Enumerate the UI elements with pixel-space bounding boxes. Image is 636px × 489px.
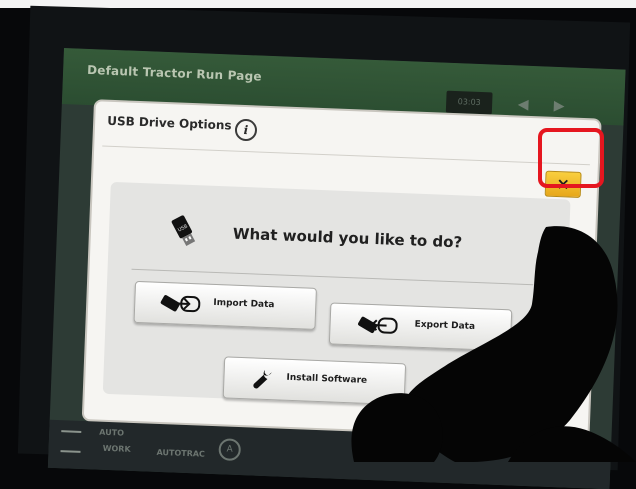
wrench-icon (253, 369, 272, 389)
import-data-button[interactable]: Import Data (133, 280, 317, 330)
info-icon[interactable]: i (234, 118, 258, 142)
options-panel: USB What would you like to do? Import Da… (102, 181, 571, 412)
export-data-label: Export Data (414, 319, 476, 332)
tractor-display-screen: Default Tractor Run Page 03:03 ◀ ▶ AUTO … (47, 48, 626, 489)
import-icon (160, 295, 201, 313)
autotrac-label: AUTOTRAC (156, 447, 206, 459)
import-data-label: Import Data (213, 297, 275, 311)
close-button[interactable]: × (544, 170, 582, 198)
work-label: WORK (102, 443, 131, 454)
usb-drive-options-dialog: USB Drive Options i × USB What would you… (83, 101, 600, 439)
arrow-right-icon[interactable]: ▶ (548, 95, 571, 118)
dialog-title: USB Drive Options (106, 113, 232, 133)
export-icon (358, 316, 398, 334)
export-data-button[interactable]: Export Data (328, 302, 513, 352)
dialog-question: What would you like to do? (232, 224, 463, 252)
header-divider (102, 145, 590, 166)
install-software-label: Install Software (286, 372, 368, 386)
autotrac-a-icon[interactable]: A (218, 438, 242, 462)
menu-lines-icon[interactable] (60, 430, 82, 453)
install-software-button[interactable]: Install Software (222, 356, 407, 406)
clock-display: 03:03 (445, 90, 493, 115)
usb-drive-icon: USB (171, 215, 196, 246)
arrow-left-icon[interactable]: ◀ (512, 93, 535, 116)
auto-label: AUTO (99, 427, 125, 438)
